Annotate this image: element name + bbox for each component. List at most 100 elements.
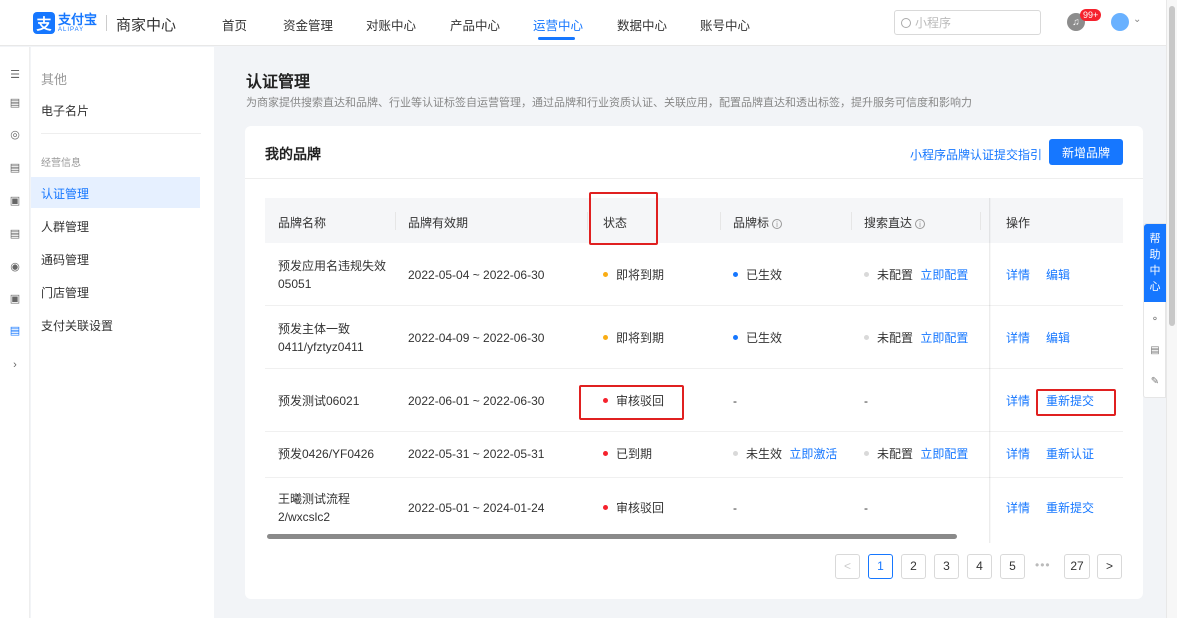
document-icon[interactable]: ▤ [9, 228, 21, 240]
pagination-page-5[interactable]: 5 [1000, 554, 1025, 579]
pagination-next[interactable]: > [1097, 554, 1122, 579]
row2-detail-link[interactable]: 详情 [1006, 331, 1030, 345]
sidebar-item-payment-link[interactable]: 支付关联设置 [41, 317, 113, 334]
row4-ops: 详情 重新认证 [1006, 444, 1094, 464]
row5-brand-mark: - [733, 501, 737, 515]
portal-name: 商家中心 [116, 17, 177, 34]
sidebar-item-audience[interactable]: 人群管理 [41, 218, 89, 235]
pagination-page-1[interactable]: 1 [868, 554, 893, 579]
gift-icon[interactable]: ▣ [9, 195, 21, 207]
alipay-logo[interactable]: 支 支付宝 ALIPAY [33, 11, 99, 35]
status-dot [733, 451, 738, 456]
page-scrollbar-thumb[interactable] [1169, 6, 1175, 326]
pagination-page-last[interactable]: 27 [1064, 554, 1090, 579]
row1-configure-link[interactable]: 立即配置 [920, 268, 968, 282]
row5-brand-name: 王曦测试流程 2/wxcslc2 [278, 490, 350, 526]
row2-search-text: 未配置 [877, 331, 914, 345]
nav-funds[interactable]: 资金管理 [283, 15, 333, 34]
expand-chevron-icon[interactable]: › [9, 359, 21, 371]
row5-status: 审核驳回 [603, 498, 664, 518]
row-divider [265, 431, 1123, 432]
annotation-box-status-header [589, 192, 658, 245]
status-dot [603, 335, 608, 340]
brand-icon[interactable]: ▤ [9, 325, 21, 337]
row2-edit-link[interactable]: 编辑 [1046, 331, 1070, 345]
row5-name-line2: 2/wxcslc2 [278, 510, 331, 524]
row1-status-text: 即将到期 [616, 268, 665, 282]
row2-configure-link[interactable]: 立即配置 [920, 331, 968, 345]
row4-mark-text: 未生效 [746, 447, 783, 461]
nav-products[interactable]: 产品中心 [450, 15, 500, 34]
pagination-ellipsis[interactable]: ••• [1035, 558, 1051, 572]
edit-icon[interactable]: ✎ [1148, 375, 1162, 389]
menu-icon[interactable]: ☰ [9, 69, 21, 81]
pagination-prev[interactable]: < [835, 554, 860, 579]
table-horizontal-scrollbar[interactable] [267, 534, 957, 539]
sidebar-item-store[interactable]: 门店管理 [41, 284, 89, 301]
row-divider [265, 477, 1123, 478]
row4-recertify-link[interactable]: 重新认证 [1046, 447, 1094, 461]
alipay-logo-icon: 支 [33, 12, 55, 34]
headset-icon[interactable]: ⚬ [1148, 313, 1162, 327]
help-center-button[interactable]: 帮 助 中 心 [1144, 224, 1166, 302]
wallet-icon[interactable]: ▣ [9, 293, 21, 305]
info-icon[interactable]: i [915, 219, 926, 229]
row1-ops: 详情 编辑 [1006, 265, 1070, 285]
row4-brand-mark: 未生效 立即激活 [733, 444, 837, 464]
nav-reconciliation[interactable]: 对账中心 [366, 15, 416, 34]
row5-resubmit-link[interactable]: 重新提交 [1046, 501, 1094, 515]
row3-validity: 2022-06-01 ~ 2022-06-30 [408, 394, 545, 408]
th-separator [720, 212, 721, 230]
sidebar-item-code[interactable]: 通码管理 [41, 251, 89, 268]
search-box[interactable] [894, 10, 1041, 35]
nav-account[interactable]: 账号中心 [700, 15, 750, 34]
nav-operations[interactable]: 运营中心 [533, 15, 583, 34]
row1-detail-link[interactable]: 详情 [1006, 268, 1030, 282]
table-header: 品牌名称 品牌有效期 状态 品牌标 i 搜索直达 i 操作 [265, 198, 1123, 243]
row4-search-direct: 未配置 立即配置 [864, 444, 968, 464]
compass-icon[interactable]: ◎ [9, 129, 21, 141]
pagination-page-4[interactable]: 4 [967, 554, 992, 579]
guide-link[interactable]: 小程序品牌认证提交指引 [910, 146, 1042, 163]
row5-detail-link[interactable]: 详情 [1006, 501, 1030, 515]
row-divider [265, 305, 1123, 306]
row4-configure-link[interactable]: 立即配置 [920, 447, 968, 461]
pagination-page-2[interactable]: 2 [901, 554, 926, 579]
avatar[interactable] [1111, 13, 1129, 31]
row3-detail-link[interactable]: 详情 [1006, 394, 1030, 408]
row2-status-text: 即将到期 [616, 331, 665, 345]
page-scrollbar[interactable] [1166, 0, 1177, 618]
sidebar-group-other: 其他 [41, 72, 68, 87]
help-char: 帮 [1149, 233, 1161, 245]
row2-name-line1: 预发主体一致 [278, 322, 351, 336]
row1-edit-link[interactable]: 编辑 [1046, 268, 1070, 282]
new-icon[interactable]: ▤ [1148, 344, 1162, 358]
receipt-icon[interactable]: ▤ [9, 162, 21, 174]
sidebar-item-ecard[interactable]: 电子名片 [41, 102, 89, 119]
th-brand-mark-label: 品牌标 [733, 216, 770, 230]
th-separator [851, 212, 852, 230]
pagination-page-3[interactable]: 3 [934, 554, 959, 579]
camera-icon[interactable]: ◉ [9, 261, 21, 273]
search-input[interactable] [915, 15, 1035, 30]
th-search-direct: 搜索直达 i [864, 214, 926, 231]
sidebar: 其他 电子名片 经营信息 认证管理 人群管理 通码管理 门店管理 支付关联设置 [31, 47, 214, 618]
row4-activate-link[interactable]: 立即激活 [789, 447, 837, 461]
row-divider [265, 368, 1123, 369]
help-char: 中 [1149, 265, 1161, 277]
fixed-column-shadow [989, 198, 991, 543]
nav-home[interactable]: 首页 [222, 15, 247, 34]
th-search-direct-label: 搜索直达 [864, 216, 913, 230]
help-char: 心 [1149, 281, 1161, 293]
status-dot [603, 451, 608, 456]
status-dot [864, 272, 869, 277]
chevron-down-icon[interactable]: ⌄ [1133, 14, 1141, 25]
chart-icon[interactable]: ▤ [9, 97, 21, 109]
row2-status: 即将到期 [603, 328, 664, 348]
sidebar-item-certification[interactable]: 认证管理 [41, 185, 89, 202]
card-title: 我的品牌 [265, 146, 321, 162]
info-icon[interactable]: i [772, 219, 783, 229]
row4-detail-link[interactable]: 详情 [1006, 447, 1030, 461]
nav-data[interactable]: 数据中心 [617, 15, 667, 34]
add-brand-button[interactable]: 新增品牌 [1049, 139, 1123, 165]
